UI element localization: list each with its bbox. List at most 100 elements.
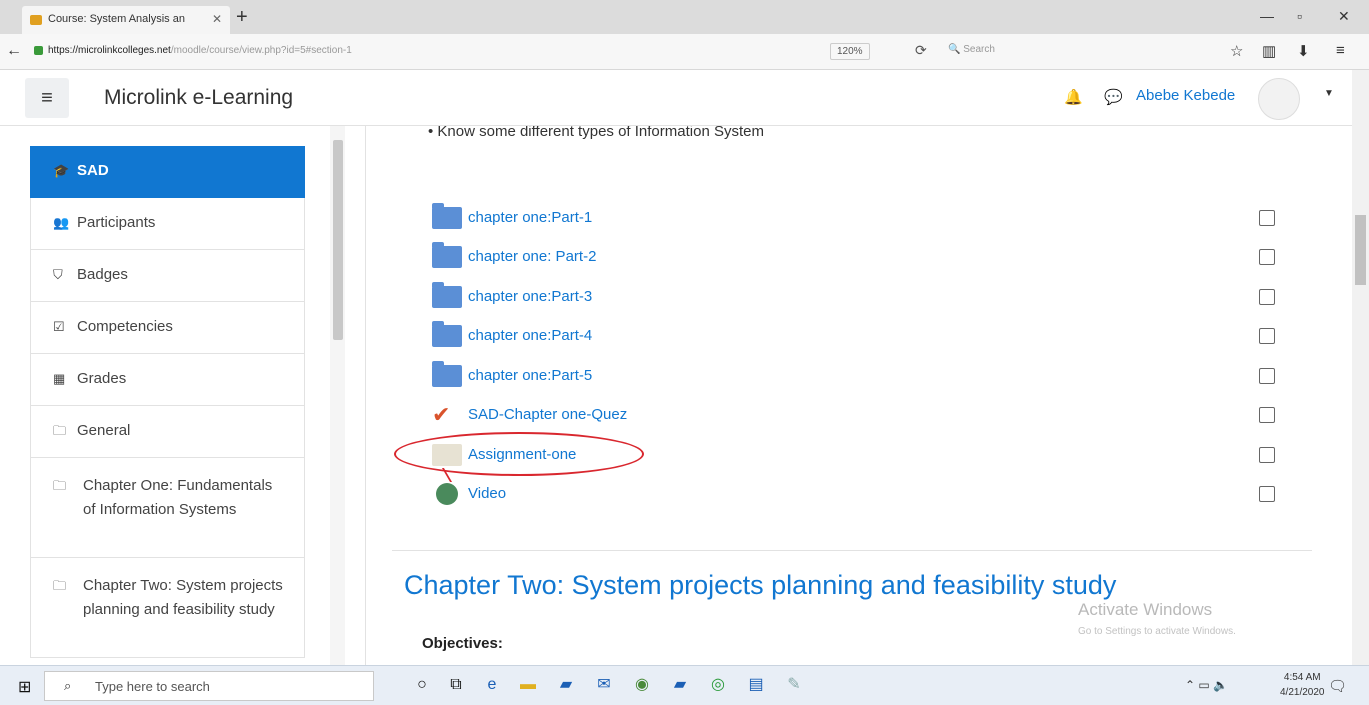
red-annotation-circle [394, 432, 644, 476]
activity-link[interactable]: Video [468, 485, 506, 502]
close-window-button[interactable]: ✕ [1338, 8, 1350, 25]
objectives-heading: Objectives: [422, 635, 503, 652]
browser-search-field[interactable]: 🔍 Search [948, 44, 995, 55]
globe-icon [436, 483, 458, 505]
address-bar: ← https://microlinkcolleges.net/moodle/c… [0, 34, 1369, 70]
reload-icon[interactable]: ⟳ [915, 42, 927, 59]
nav-item-badges[interactable]: ⛉ Badges [30, 250, 305, 302]
activity-folder[interactable]: chapter one:Part-5 [432, 361, 1312, 393]
folder-icon [432, 361, 462, 387]
moodle-favicon-icon [30, 15, 42, 25]
nav-item-sad[interactable]: 🎓 SAD [30, 146, 305, 198]
activity-url[interactable]: Video [432, 481, 1312, 511]
clock-date: 4/21/2020 [1280, 687, 1325, 698]
cortana-icon[interactable]: ○ [412, 675, 432, 695]
page-scrollbar-thumb[interactable] [1355, 215, 1366, 285]
app-icon[interactable]: ▰ [670, 675, 690, 695]
url-field[interactable]: https://microlinkcolleges.net/moodle/cou… [48, 45, 352, 56]
firefox-icon[interactable]: ◉ [632, 675, 652, 695]
chrome-icon[interactable]: ◎ [708, 675, 728, 695]
activity-folder[interactable]: chapter one:Part-4 [432, 321, 1312, 353]
activity-quiz[interactable]: ✔ SAD-Chapter one-Quez [432, 402, 1312, 432]
checklist-icon: ☑ [53, 319, 65, 334]
search-icon: ⌕ [64, 678, 72, 693]
completion-checkbox[interactable] [1259, 407, 1275, 423]
taskbar-search-box[interactable]: Type here to search [44, 671, 374, 701]
new-tab-button[interactable]: + [236, 6, 248, 29]
nav-item-participants[interactable]: 👥 Participants [30, 198, 305, 250]
bookmark-star-icon[interactable]: ☆ [1230, 42, 1243, 60]
clock-time: 4:54 AM [1283, 672, 1321, 683]
course-nav-drawer: 🎓 SAD 👥 Participants ⛉ Badges ☑ Competencies… [30, 146, 305, 665]
completion-checkbox[interactable] [1259, 328, 1275, 344]
system-tray-icons[interactable]: ⌃ ▭ 🔈 [1185, 678, 1228, 692]
completion-checkbox[interactable] [1259, 249, 1275, 265]
activity-folder[interactable]: chapter one:Part-1 [432, 203, 1312, 235]
course-content: • Know some different types of Informati… [365, 126, 1351, 665]
paint-icon[interactable]: ✎ [784, 675, 804, 695]
tab-title: Course: System Analysis an [48, 13, 185, 25]
nav-item-competencies[interactable]: ☑ Competencies [30, 302, 305, 354]
word-icon[interactable]: ▤ [746, 675, 766, 695]
shield-icon: ⛉ [53, 267, 63, 282]
folder-icon: 🗀 [53, 423, 67, 438]
notifications-icon[interactable]: 🗨 [1328, 677, 1347, 695]
nav-item-chapter-one[interactable]: 🗀 Chapter One: Fundamentals of Informatio… [30, 458, 305, 558]
chevron-down-icon[interactable]: ▼ [1324, 88, 1334, 99]
taskbar-clock[interactable]: 4:54 AM 4/21/2020 [1280, 670, 1325, 700]
completion-checkbox[interactable] [1259, 447, 1275, 463]
browser-search-placeholder: Search [963, 44, 995, 55]
nav-item-grades[interactable]: ▦ Grades [30, 354, 305, 406]
library-icon[interactable]: ▥ [1262, 42, 1276, 60]
graduation-cap-icon: 🎓 [53, 163, 70, 178]
activity-link[interactable]: SAD-Chapter one-Quez [468, 406, 627, 423]
bell-icon[interactable]: 🔔 [1064, 88, 1083, 106]
objective-bullet: • Know some different types of Informati… [428, 126, 764, 140]
activity-link[interactable]: chapter one:Part-5 [468, 367, 592, 384]
minimize-button[interactable]: — [1260, 8, 1274, 24]
nav-item-label: Participants [77, 214, 156, 231]
close-tab-icon[interactable]: ✕ [212, 12, 222, 26]
table-icon: ▦ [53, 371, 66, 386]
activity-link[interactable]: chapter one: Part-2 [468, 248, 596, 265]
store-icon[interactable]: ▰ [556, 675, 576, 695]
folder-icon [432, 203, 462, 229]
activity-link[interactable]: chapter one:Part-1 [468, 209, 592, 226]
url-host: https://microlinkcolleges.net [48, 45, 171, 56]
page-scrollbar[interactable] [1352, 70, 1369, 665]
completion-checkbox[interactable] [1259, 486, 1275, 502]
nav-item-label: General [77, 422, 131, 439]
download-icon[interactable]: ⬇ [1297, 42, 1310, 60]
users-icon: 👥 [53, 215, 70, 230]
section-title[interactable]: Chapter Two: System projects planning an… [404, 570, 1116, 601]
nav-item-label: Competencies [77, 318, 173, 335]
activity-folder[interactable]: chapter one: Part-2 [432, 242, 1312, 274]
nav-item-general[interactable]: 🗀 General [30, 406, 305, 458]
site-brand[interactable]: Microlink e-Learning [104, 86, 293, 110]
nav-item-chapter-two[interactable]: 🗀 Chapter Two: System projects planning a… [30, 558, 305, 658]
menu-icon[interactable]: ≡ [1336, 42, 1345, 59]
drawer-scrollbar-thumb[interactable] [333, 140, 343, 340]
user-menu-name[interactable]: Abebe Kebede [1136, 87, 1235, 104]
nav-item-label: Grades [77, 370, 127, 387]
activity-folder[interactable]: chapter one:Part-3 [432, 282, 1312, 314]
folder-icon [432, 321, 462, 347]
activity-link[interactable]: chapter one:Part-3 [468, 288, 592, 305]
file-explorer-icon[interactable]: ▬ [518, 675, 538, 695]
quiz-checkmark-icon: ✔ [432, 402, 451, 427]
maximize-button[interactable]: ▫ [1297, 8, 1302, 24]
zoom-level[interactable]: 120% [830, 43, 870, 60]
edge-icon[interactable]: e [482, 675, 502, 695]
back-arrow-icon[interactable]: ← [6, 42, 22, 60]
completion-checkbox[interactable] [1259, 368, 1275, 384]
mail-icon[interactable]: ✉ [594, 675, 614, 695]
completion-checkbox[interactable] [1259, 289, 1275, 305]
drawer-toggle-button[interactable]: ≡ [25, 78, 69, 118]
activity-link[interactable]: chapter one:Part-4 [468, 327, 592, 344]
completion-checkbox[interactable] [1259, 210, 1275, 226]
task-view-icon[interactable]: ⧉ [446, 675, 466, 695]
browser-tab[interactable]: Course: System Analysis an ✕ [22, 6, 230, 34]
avatar[interactable] [1258, 78, 1300, 120]
chat-icon[interactable]: 💬 [1104, 88, 1123, 106]
windows-start-icon[interactable]: ⊞ [18, 677, 31, 697]
